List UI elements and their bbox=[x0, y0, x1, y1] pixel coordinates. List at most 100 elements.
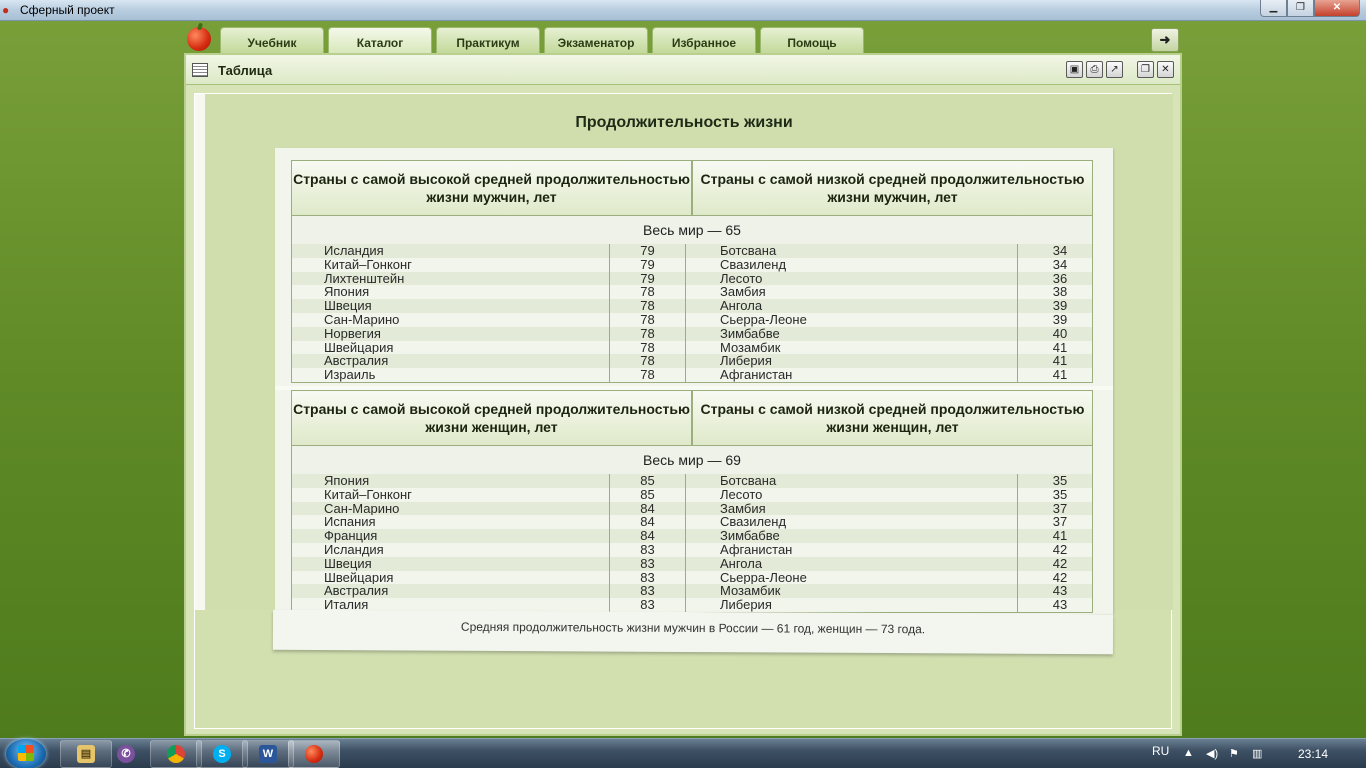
country-low: Лесото bbox=[686, 487, 1018, 502]
tab-favorites[interactable]: Избранное bbox=[652, 27, 756, 53]
country-high: Австралия bbox=[292, 584, 610, 599]
value-high: 83 bbox=[610, 598, 686, 612]
tab-textbook[interactable]: Учебник bbox=[220, 27, 324, 53]
tab-practicum[interactable]: Практикум bbox=[436, 27, 540, 53]
table-row: Япония 78 Замбия 38 bbox=[292, 284, 1092, 300]
country-high: Швейцария bbox=[292, 340, 610, 355]
country-high: Франция bbox=[292, 529, 610, 543]
chrome-icon bbox=[167, 745, 185, 763]
country-high: Австралия bbox=[292, 354, 610, 369]
country-high: Китай–Гонконг bbox=[292, 257, 610, 272]
tab-catalog[interactable]: Каталог bbox=[328, 27, 432, 53]
country-low: Зимбабве bbox=[686, 326, 1018, 341]
value-high: 84 bbox=[610, 529, 686, 543]
value-low: 35 bbox=[1052, 473, 1068, 488]
window-controls: ▁ ❐ ✕ bbox=[1260, 0, 1360, 17]
export-icon[interactable]: ↗ bbox=[1106, 61, 1123, 78]
window-title: Сферный проект bbox=[20, 3, 115, 17]
panel-title: Таблица bbox=[218, 63, 273, 78]
country-low: Зимбабве bbox=[686, 529, 1018, 543]
value-low: 39 bbox=[1052, 311, 1068, 327]
table-row: Лихтенштейн 79 Лесото 36 bbox=[292, 271, 1092, 286]
clock[interactable]: 23:14 bbox=[1298, 747, 1328, 761]
men-low-header: Страны с самой низкой средней продолжите… bbox=[692, 160, 1093, 216]
value-low: 37 bbox=[1052, 514, 1068, 530]
word-icon: W bbox=[259, 745, 277, 763]
value-high: 78 bbox=[610, 368, 686, 382]
tab-examiner[interactable]: Экзаменатор bbox=[544, 27, 648, 53]
taskbar-viber[interactable]: ✆ bbox=[100, 740, 152, 768]
save-icon[interactable]: ▣ bbox=[1066, 61, 1083, 78]
value-low: 43 bbox=[1052, 583, 1068, 599]
value-high: 78 bbox=[610, 285, 686, 300]
value-high: 83 bbox=[610, 570, 686, 585]
maximize-button[interactable]: ❐ bbox=[1287, 0, 1314, 17]
value-high: 78 bbox=[610, 313, 686, 327]
country-high: Израиль bbox=[292, 368, 610, 382]
country-low: Лесото bbox=[686, 271, 1018, 286]
country-low: Ангола bbox=[686, 556, 1018, 571]
taskbar-word[interactable]: W bbox=[242, 740, 294, 768]
country-high: Исландия bbox=[292, 542, 610, 557]
women-rows: Япония 85 Ботсвана 35 Китай–Гонконг 85 Лесото 3… bbox=[291, 474, 1093, 613]
women-high-header: Страны с самой высокой средней продолжит… bbox=[291, 390, 692, 446]
country-high: Лихтенштейн bbox=[292, 271, 610, 286]
value-low: 39 bbox=[1052, 298, 1068, 314]
table-row: Исландия 83 Афганистан 42 bbox=[292, 543, 1092, 557]
apple-logo-icon[interactable] bbox=[187, 27, 211, 51]
minimize-button[interactable]: ▁ bbox=[1260, 0, 1287, 17]
table-row: Япония 85 Ботсвана 35 bbox=[292, 474, 1092, 488]
table-row: Китай–Гонконг 79 Свазиленд 34 bbox=[292, 256, 1092, 272]
value-low: 38 bbox=[1052, 284, 1068, 300]
table-row: Швейцария 78 Мозамбик 41 bbox=[292, 340, 1092, 355]
table-row: Австралия 83 Мозамбик 43 bbox=[292, 583, 1092, 599]
print-icon[interactable]: ⎙ bbox=[1086, 61, 1103, 78]
table-panel: Таблица ▣ ⎙ ↗ ❐ ✕ Продолжительность жизн… bbox=[184, 53, 1182, 736]
taskbar-sphere-project[interactable] bbox=[288, 740, 340, 768]
value-low: 42 bbox=[1052, 569, 1068, 585]
country-low: Сьерра-Леоне bbox=[686, 312, 1018, 327]
content-area: Продолжительность жизни Страны с самой в… bbox=[194, 93, 1173, 729]
women-low-header: Страны с самой низкой средней продолжите… bbox=[692, 390, 1093, 446]
value-high: 79 bbox=[610, 257, 686, 272]
language-indicator[interactable]: RU bbox=[1152, 744, 1169, 758]
skype-icon: S bbox=[213, 745, 231, 763]
value-high: 83 bbox=[610, 543, 686, 557]
exit-icon[interactable]: ➜ bbox=[1151, 28, 1179, 52]
volume-icon[interactable]: ◀) bbox=[1206, 747, 1218, 760]
restore-panel-icon[interactable]: ❐ bbox=[1137, 61, 1154, 78]
value-low: 43 bbox=[1052, 597, 1068, 613]
value-high: 78 bbox=[610, 326, 686, 341]
tray-expand-icon[interactable]: ▲ bbox=[1183, 747, 1194, 759]
close-window-button[interactable]: ✕ bbox=[1314, 0, 1360, 17]
table-row: Испания 84 Свазиленд 37 bbox=[292, 514, 1092, 530]
men-world-average: Весь мир — 65 bbox=[291, 216, 1093, 244]
network-icon[interactable]: ▥ bbox=[1252, 747, 1262, 760]
value-high: 83 bbox=[610, 556, 686, 571]
country-high: Япония bbox=[292, 474, 610, 488]
taskbar-skype[interactable]: S bbox=[196, 740, 248, 768]
viber-icon: ✆ bbox=[117, 745, 135, 763]
value-low: 42 bbox=[1052, 555, 1068, 571]
women-header-row: Страны с самой высокой средней продолжит… bbox=[291, 390, 1093, 446]
window-titlebar: ● Сферный проект ▁ ❐ ✕ bbox=[0, 0, 1366, 21]
country-high: Япония bbox=[292, 285, 610, 300]
value-high: 78 bbox=[610, 340, 686, 355]
country-low: Афганистан bbox=[686, 368, 1018, 382]
page-title: Продолжительность жизни bbox=[575, 114, 793, 131]
start-button[interactable] bbox=[6, 739, 46, 768]
value-high: 83 bbox=[610, 584, 686, 599]
value-low: 41 bbox=[1052, 528, 1068, 544]
taskbar-chrome[interactable] bbox=[150, 740, 202, 768]
table-row: Австралия 78 Либерия 41 bbox=[292, 354, 1092, 369]
value-high: 78 bbox=[610, 299, 686, 313]
value-low: 34 bbox=[1052, 256, 1068, 272]
value-high: 85 bbox=[610, 474, 686, 488]
tab-help[interactable]: Помощь bbox=[760, 27, 864, 53]
table-row: Франция 84 Зимбабве 41 bbox=[292, 529, 1092, 543]
value-low: 35 bbox=[1052, 486, 1068, 502]
footnote: Средняя продолжительность жизни мужчин в… bbox=[272, 609, 1114, 655]
close-panel-icon[interactable]: ✕ bbox=[1157, 61, 1174, 78]
flag-icon[interactable]: ⚑ bbox=[1229, 747, 1239, 760]
country-high: Сан-Марино bbox=[292, 312, 610, 327]
